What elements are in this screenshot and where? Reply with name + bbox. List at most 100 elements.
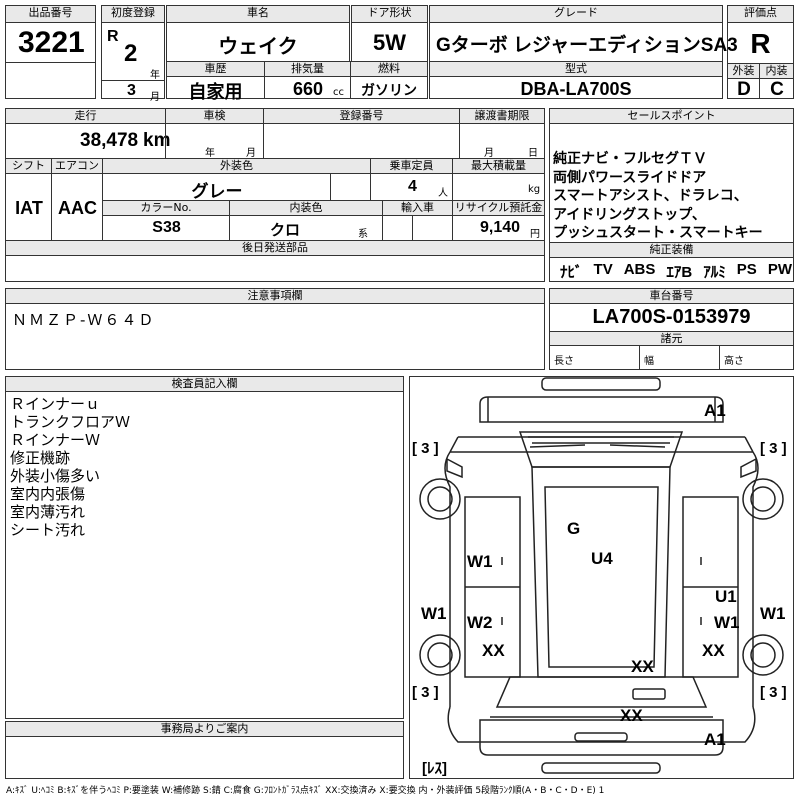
import-cell — [383, 216, 413, 240]
model-name-box: 車名 ウェイク — [166, 5, 350, 62]
displacement: 660 — [293, 79, 324, 99]
equipment-item: TV — [593, 261, 613, 278]
inspection-month-unit: 月 — [246, 148, 256, 159]
mileage-label: 走行 — [6, 109, 166, 124]
equipment-label: 純正装備 — [550, 242, 793, 258]
exterior-label: 外装 — [728, 64, 760, 79]
transfer-label: 譲渡書期限 — [460, 109, 544, 124]
inspector-line: 室内内張傷 — [10, 485, 86, 503]
recycle-unit: 円 — [530, 229, 540, 240]
equipment-item: ﾅﾋﾞ — [560, 264, 583, 281]
damage-mark-bracket-rear-left: [ 3 ] — [412, 684, 439, 701]
interior-grade: C — [770, 79, 784, 100]
damage-mark-xx-bottom: XX — [620, 706, 643, 725]
era: R — [107, 28, 119, 45]
lot-number-label: 出品番号 — [6, 6, 95, 23]
registration-cell — [264, 124, 460, 158]
fuel: ガソリン — [361, 82, 417, 98]
door-type: 5W — [373, 30, 406, 55]
damage-mark-xx-center: XX — [631, 657, 654, 676]
inspector-notes: Ｒインナーｕ トランクフロアＷ ＲインナーＷ 修正機跡 外装小傷多い 室内内張傷… — [10, 395, 400, 539]
sales-point: アイドリングストップ、 — [553, 206, 706, 223]
lot-number: 3221 — [18, 26, 85, 59]
legend: A:ｷｽﾞ U:ﾍｺﾐ B:ｷｽﾞを伴うﾍｺﾐ P:要塗装 W:補修跡 S:錆 … — [6, 786, 605, 796]
mileage-cell — [6, 124, 166, 158]
office-label: 事務局よりご案内 — [6, 722, 403, 737]
score: R — [750, 28, 771, 59]
history: 自家用 — [188, 82, 243, 102]
recycle-amount: 9,140 — [480, 219, 521, 236]
width-label: 幅 — [640, 346, 720, 369]
damage-mark-w1-left: W1 — [467, 552, 493, 571]
dims-label: 諸元 — [550, 331, 793, 346]
color-extra-cell — [331, 174, 371, 200]
exterior-grade: D — [737, 79, 751, 100]
model-name-label: 車名 — [167, 6, 349, 23]
chassis-label: 車台番号 — [550, 289, 793, 304]
office-box: 事務局よりご案内 — [5, 721, 404, 779]
displacement-unit: cc — [333, 87, 344, 98]
registration-month: 3 — [127, 82, 136, 99]
max-load-unit: kg — [528, 184, 541, 195]
max-load-label: 最大積載量 — [453, 159, 544, 174]
equipment-list: ﾅﾋﾞ TV ABS ｴｱB ｱﾙﾐ PS PW — [560, 261, 792, 282]
sales-points-label: セールスポイント — [550, 109, 793, 124]
transfer-month-unit: 月 — [484, 148, 494, 159]
sales-points-box: セールスポイント 純正ナビ・フルセグＴＶ 両側パワースライドドア スマートアシス… — [549, 108, 794, 282]
aircon-label: エアコン — [52, 159, 103, 174]
color-no-label: カラーNo. — [103, 201, 230, 216]
damage-mark-less: [ﾚｽ] — [422, 760, 447, 777]
color-no: S38 — [152, 219, 181, 236]
sales-point: プッシュスタート・スマートキー — [553, 225, 763, 241]
inspector-line: シート汚れ — [10, 521, 86, 539]
damage-mark-bracket-rear-right: [ 3 ] — [760, 684, 787, 701]
shift: IAT — [15, 198, 43, 218]
displacement-label: 排気量 — [265, 62, 350, 77]
displacement-box: 排気量 660 cc — [264, 61, 351, 99]
damage-mark-g: G — [567, 519, 581, 538]
damage-mark-w1-right-outer: W1 — [760, 604, 786, 623]
sales-points-list: 純正ナビ・フルセグＴＶ 両側パワースライドドア スマートアシスト、ドラレコ、 ア… — [553, 150, 793, 243]
score-label: 評価点 — [728, 6, 793, 23]
sales-point: スマートアシスト、ドラレコ、 — [553, 188, 748, 204]
registration-label: 登録番号 — [264, 109, 460, 124]
color-label: 外装色 — [103, 159, 371, 174]
import-label: 輸入車 — [383, 201, 453, 216]
interior-label: 内装 — [760, 64, 793, 79]
capacity-unit: 人 — [438, 188, 448, 199]
chassis-number: LA700S-0153979 — [592, 306, 751, 328]
model-code-label: 型式 — [430, 62, 722, 77]
equipment-item: ｱﾙﾐ — [703, 264, 726, 281]
month-unit: 月 — [150, 92, 160, 103]
damage-mark-u4: U4 — [591, 549, 613, 568]
equipment-item: ｴｱB — [666, 264, 693, 281]
aircon: AAC — [58, 198, 97, 218]
car-diagram-box: A1 [ 3 ] [ 3 ] G U4 W1 W1 W2 U1 W1 W1 XX… — [409, 376, 794, 779]
interior-color: クロ — [269, 222, 300, 239]
chassis-box: 車台番号 LA700S-0153979 諸元 長さ 幅 高さ — [549, 288, 794, 370]
damage-mark-xx-right: XX — [702, 641, 725, 660]
model-code: DBA-LA700S — [520, 79, 632, 99]
equipment-item: PW — [767, 261, 792, 278]
height-label: 高さ — [724, 356, 744, 367]
grade-box: グレード Gターボ レジャーエディションSA3 — [429, 5, 738, 62]
interior-color-label: 内装色 — [230, 201, 383, 216]
transfer-day-unit: 日 — [528, 148, 538, 159]
damage-mark-bracket-front-left: [ 3 ] — [412, 440, 439, 457]
damage-mark-w1-left-outer: W1 — [421, 604, 447, 623]
equipment-item: PS — [736, 261, 757, 278]
notes-label: 注意事項欄 — [6, 289, 544, 304]
grade: Gターボ レジャーエディションSA3 — [436, 35, 738, 56]
inspector-line: 室内薄汚れ — [10, 503, 86, 521]
first-registration-label: 初度登録 — [102, 6, 164, 23]
notes-box: 注意事項欄 ＮＭＺＰ-Ｗ６４Ｄ — [5, 288, 545, 370]
sales-point: 純正ナビ・フルセグＴＶ — [553, 151, 707, 167]
first-registration-box: 初度登録 R 2 年 3 月 — [101, 5, 165, 103]
reg-divider — [102, 80, 164, 81]
history-box: 車歴 自家用 — [166, 61, 265, 102]
model-name: ウェイク — [218, 36, 298, 58]
damage-mark-u1: U1 — [715, 587, 737, 606]
fuel-label: 燃料 — [351, 62, 427, 77]
damage-mark-a1-rear: A1 — [704, 730, 726, 749]
import-cell-2 — [413, 216, 453, 240]
